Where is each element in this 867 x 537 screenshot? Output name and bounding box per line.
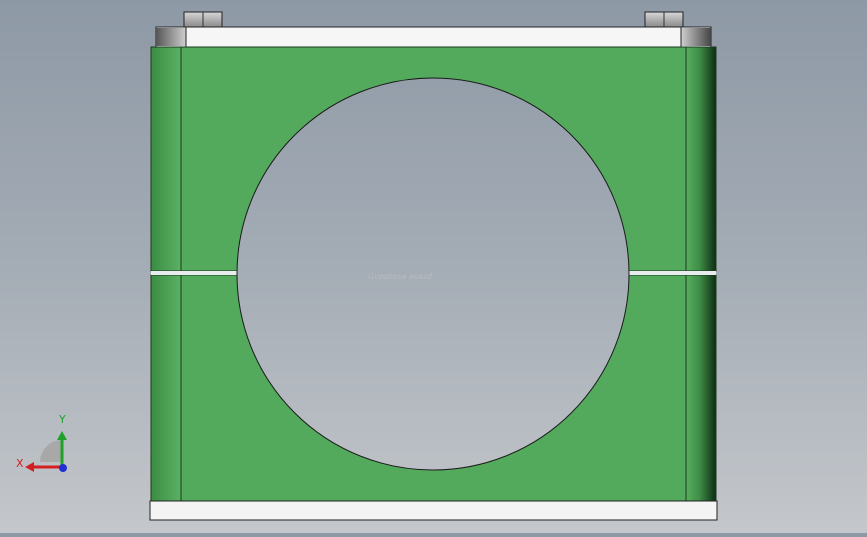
graphics-viewport[interactable]: Gvpgtesa asasd Y X <box>0 0 867 533</box>
watermark-text: Gvpgtesa asasd <box>368 272 432 281</box>
triad-plane <box>40 440 62 462</box>
base-plate[interactable] <box>149 500 718 521</box>
model-view[interactable] <box>0 0 867 533</box>
y-axis-label: Y <box>59 413 66 426</box>
upper-clamp-half[interactable] <box>150 46 717 272</box>
lower-clamp-half[interactable] <box>150 274 717 502</box>
x-axis-label: X <box>16 457 24 470</box>
cover-plate[interactable] <box>155 26 712 48</box>
coordinate-triad[interactable] <box>25 431 67 472</box>
split-line <box>151 271 716 275</box>
bolt-left[interactable] <box>183 11 223 28</box>
bolt-right[interactable] <box>644 11 684 28</box>
z-axis-dot <box>59 464 67 472</box>
